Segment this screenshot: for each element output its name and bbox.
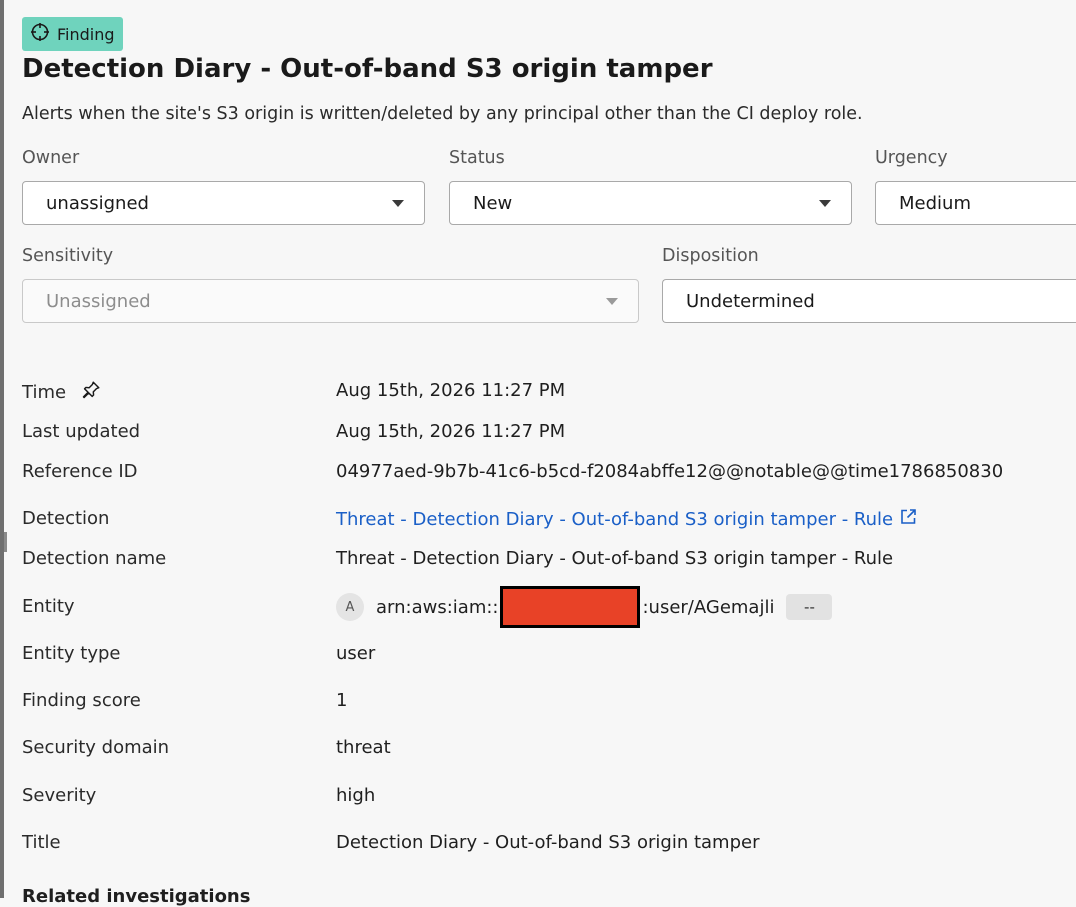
entity-value: A arn:aws:iam:: :user/AGemajli --: [336, 585, 833, 629]
detection-label: Detection: [22, 508, 110, 529]
related-investigations-header[interactable]: Related investigations: [22, 886, 250, 907]
finding-score-value: 1: [336, 690, 348, 711]
last-updated-value: Aug 15th, 2026 11:27 PM: [336, 421, 566, 442]
disposition-select-value: Undetermined: [686, 290, 815, 312]
status-select[interactable]: New: [449, 181, 852, 225]
severity-label: Severity: [22, 785, 97, 806]
sensitivity-select-value: Unassigned: [46, 290, 151, 312]
entity-label: Entity: [22, 596, 75, 617]
urgency-select[interactable]: Medium: [875, 181, 1076, 225]
entity-arn-prefix: arn:aws:iam::: [376, 596, 499, 618]
reference-id-value: 04977aed-9b7b-41c6-b5cd-f2084abffe12@@no…: [336, 461, 1004, 482]
entity-tag[interactable]: --: [786, 594, 833, 620]
disposition-label: Disposition: [662, 246, 759, 266]
finding-badge-label: Finding: [57, 24, 115, 44]
entity-arn-suffix: :user/AGemajli: [642, 596, 775, 618]
avatar: A: [336, 593, 364, 621]
entity-type-value: user: [336, 643, 376, 664]
time-label: Time: [22, 379, 102, 406]
security-domain-value: threat: [336, 737, 391, 758]
status-select-value: New: [473, 192, 513, 214]
chevron-down-icon: [392, 200, 404, 207]
finding-score-label: Finding score: [22, 690, 141, 711]
finding-badge: Finding: [22, 17, 123, 51]
page-title: Detection Diary - Out-of-band S3 origin …: [22, 54, 713, 84]
chevron-down-icon: [819, 200, 831, 207]
last-updated-label: Last updated: [22, 421, 141, 442]
sensitivity-label: Sensitivity: [22, 246, 114, 266]
time-value: Aug 15th, 2026 11:27 PM: [336, 380, 566, 401]
redaction-box: [500, 586, 641, 628]
title-value: Detection Diary - Out-of-band S3 origin …: [336, 832, 760, 853]
reference-id-label: Reference ID: [22, 461, 138, 482]
owner-select[interactable]: unassigned: [22, 181, 425, 225]
resize-handle[interactable]: [4, 532, 7, 552]
panel-left-edge: [0, 0, 4, 898]
status-label: Status: [449, 148, 505, 168]
urgency-label: Urgency: [875, 148, 948, 168]
detection-name-value: Threat - Detection Diary - Out-of-band S…: [336, 548, 894, 569]
sensitivity-select[interactable]: Unassigned: [22, 279, 639, 323]
disposition-select[interactable]: Undetermined: [662, 279, 1076, 323]
pin-icon[interactable]: [80, 379, 102, 406]
owner-select-value: unassigned: [46, 192, 149, 214]
security-domain-label: Security domain: [22, 737, 170, 758]
severity-value: high: [336, 785, 376, 806]
detection-link-text[interactable]: Threat - Detection Diary - Out-of-band S…: [336, 509, 893, 530]
urgency-select-value: Medium: [899, 192, 971, 214]
external-link-icon[interactable]: [893, 508, 917, 531]
owner-label: Owner: [22, 148, 80, 168]
detection-name-label: Detection name: [22, 548, 167, 569]
title-label: Title: [22, 832, 61, 853]
target-icon: [30, 22, 50, 46]
detection-link[interactable]: Threat - Detection Diary - Out-of-band S…: [336, 508, 917, 531]
time-label-text: Time: [22, 382, 67, 403]
entity-type-label: Entity type: [22, 643, 121, 664]
page-description: Alerts when the site's S3 origin is writ…: [22, 104, 863, 124]
chevron-down-icon: [606, 298, 618, 305]
